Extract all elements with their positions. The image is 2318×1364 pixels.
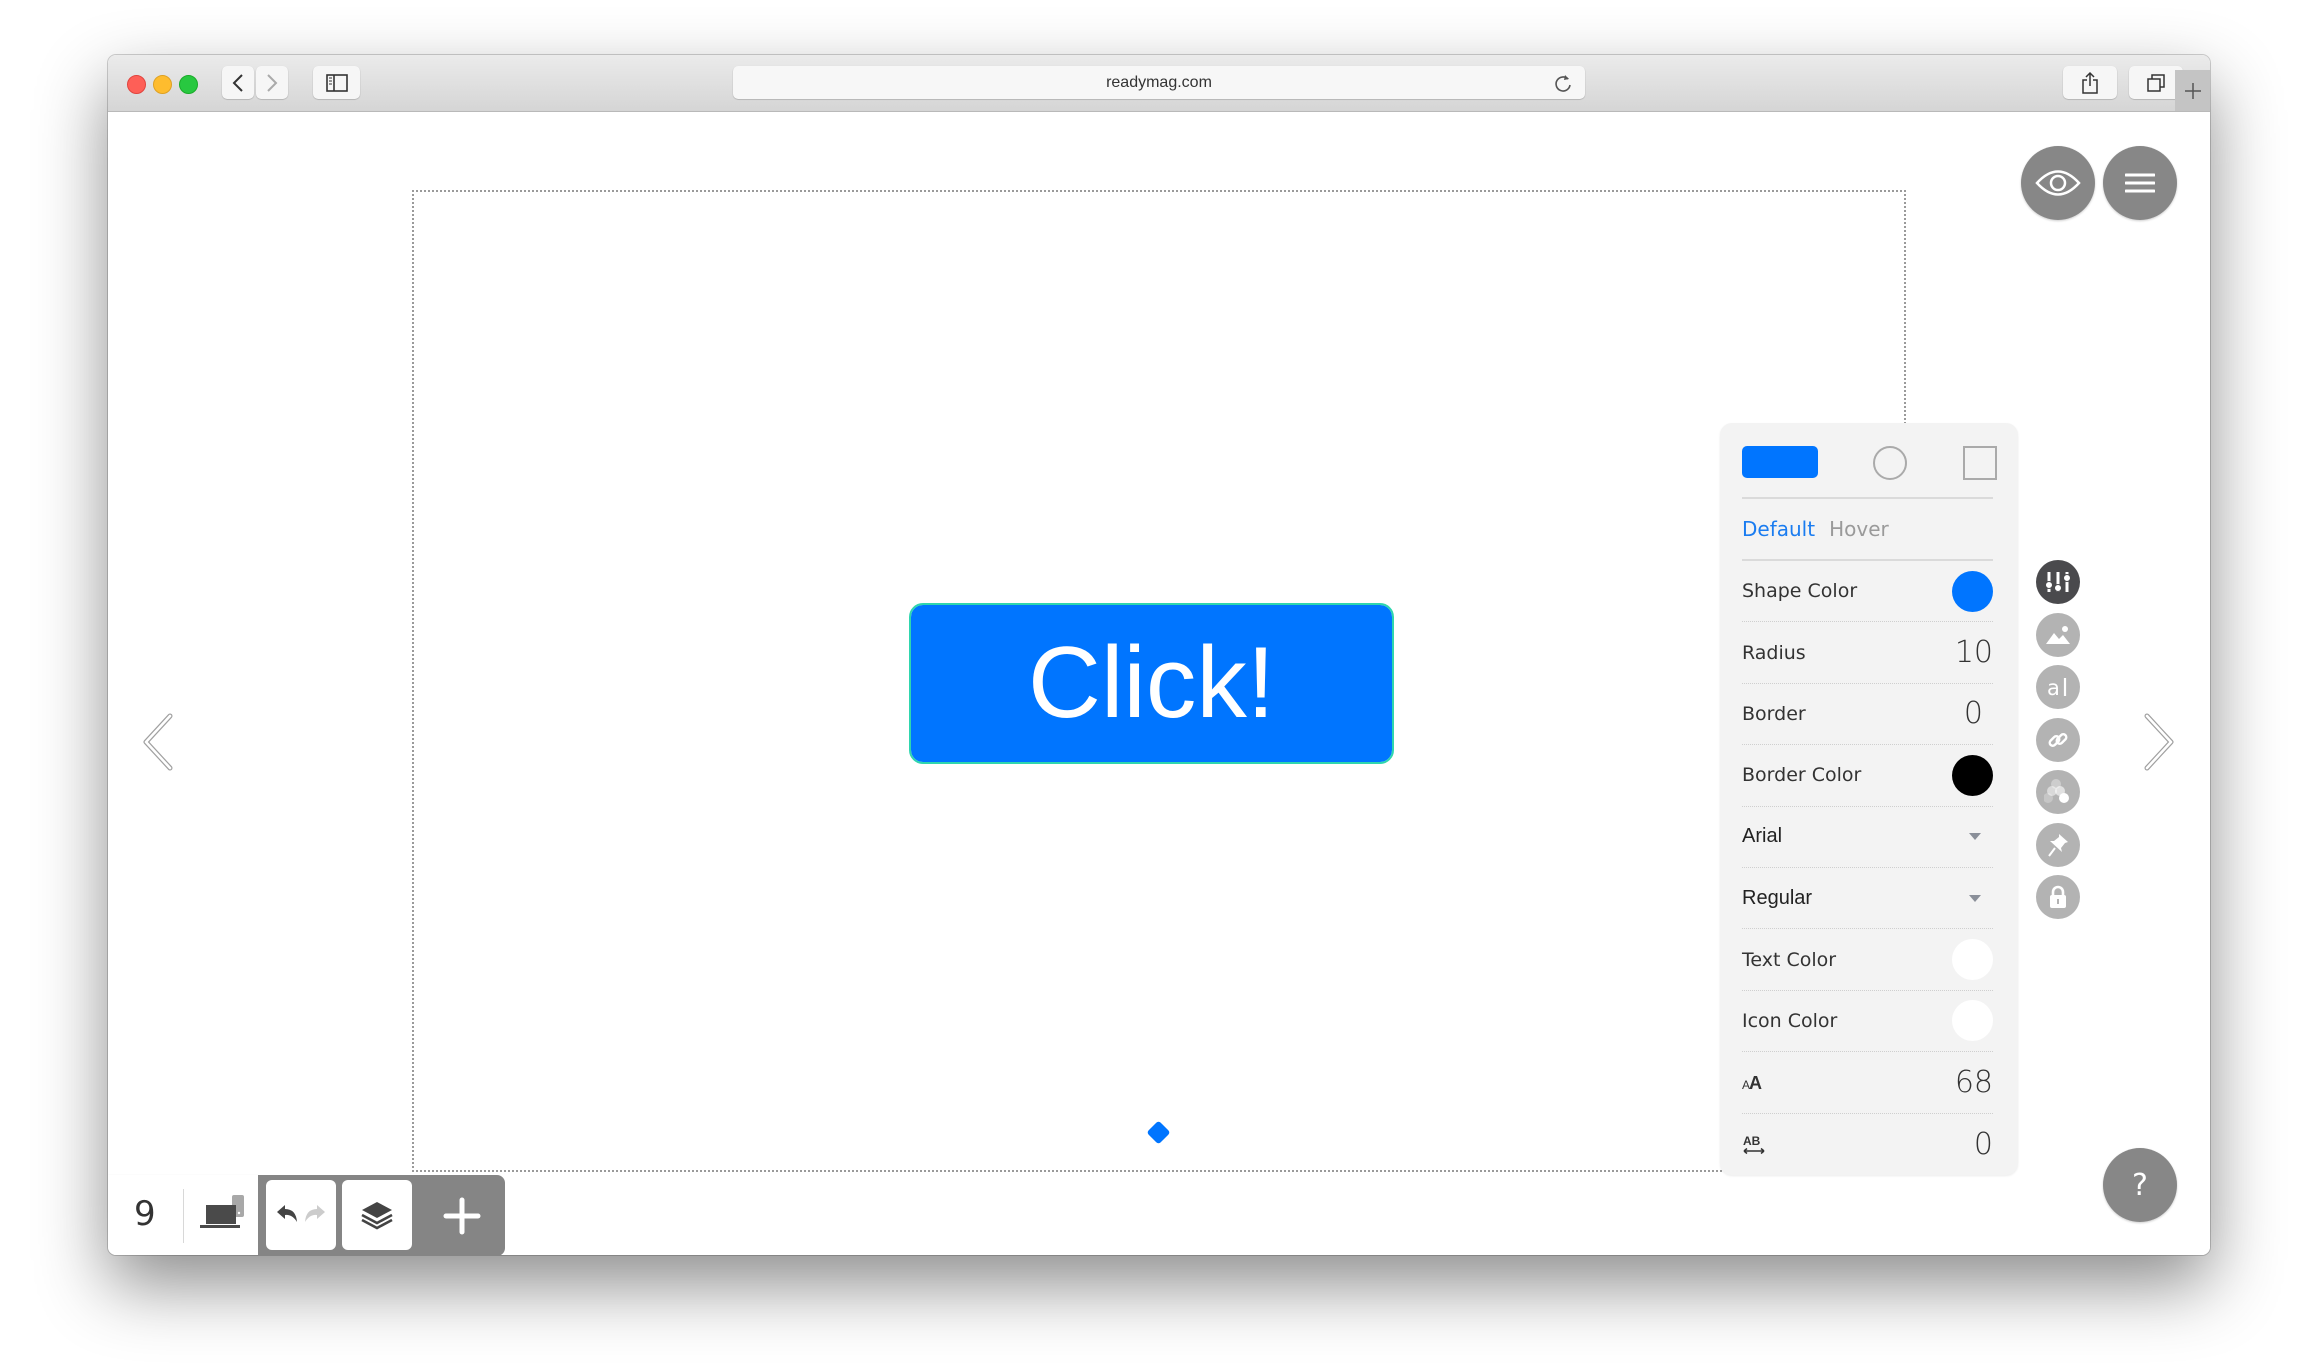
pin-icon: [2048, 833, 2068, 857]
font-size-input[interactable]: 68: [1955, 1065, 1993, 1100]
tab-default[interactable]: Default: [1742, 517, 1815, 541]
icon-color-row: Icon Color: [1742, 991, 1993, 1053]
browser-window: readymag.com Click! Default Hover Shape …: [108, 55, 2210, 1255]
svg-text:A: A: [1749, 1073, 1762, 1091]
text-icon: a: [2047, 676, 2067, 699]
image-tab-button[interactable]: [2036, 612, 2080, 657]
tab-hover[interactable]: Hover: [1829, 517, 1889, 541]
page-number[interactable]: 9: [134, 1194, 156, 1234]
button-properties-panel: Default Hover Shape Color Radius 10 Bord…: [1720, 423, 2018, 1175]
eye-icon: [2035, 170, 2081, 196]
layers-button[interactable]: [342, 1180, 412, 1250]
reload-icon[interactable]: [1553, 72, 1573, 94]
lock-tab-button[interactable]: [2036, 875, 2080, 919]
radius-label: Radius: [1742, 641, 1806, 664]
forward-icon: [267, 73, 278, 92]
letter-spacing-icon: AB: [1743, 1134, 1765, 1155]
sidebar-icon: [325, 73, 348, 92]
shape-color-row: Shape Color: [1742, 561, 1993, 623]
border-color-swatch[interactable]: [1952, 754, 1993, 796]
forward-button[interactable]: [256, 66, 288, 99]
shape-option-rounded-rectangle[interactable]: [1742, 446, 1818, 478]
preview-button[interactable]: [2021, 146, 2095, 220]
image-icon: [2046, 625, 2070, 644]
help-label: ?: [2132, 1167, 2148, 1203]
letter-spacing-input[interactable]: 0: [1974, 1127, 1993, 1162]
divider: [183, 1189, 184, 1243]
close-window-button[interactable]: [127, 75, 146, 94]
text-color-label: Text Color: [1742, 948, 1837, 971]
back-icon: [232, 73, 243, 92]
text-tab-button[interactable]: a: [2036, 665, 2080, 709]
svg-text:AB: AB: [1743, 1134, 1761, 1148]
hamburger-icon: [2125, 173, 2155, 193]
previous-page-arrow[interactable]: [140, 712, 176, 772]
icon-color-label: Icon Color: [1742, 1009, 1838, 1032]
shape-color-label: Shape Color: [1742, 580, 1858, 603]
shape-color-swatch[interactable]: [1952, 570, 1993, 612]
action-block: [258, 1175, 505, 1255]
share-button[interactable]: [2063, 66, 2117, 99]
link-icon: [2048, 732, 2068, 747]
text-color-row: Text Color: [1742, 929, 1993, 991]
address-bar[interactable]: readymag.com: [733, 66, 1585, 99]
share-icon: [2082, 71, 2098, 94]
letter-spacing-row: AB 0: [1742, 1114, 1993, 1175]
border-label: Border: [1742, 702, 1806, 725]
sliders-icon: [2045, 572, 2071, 592]
radius-input[interactable]: 10: [1955, 635, 1993, 670]
editor-canvas[interactable]: Click! Default Hover Shape Color Radius …: [108, 112, 2210, 1255]
pin-tab-button[interactable]: [2036, 822, 2080, 867]
border-color-label: Border Color: [1742, 764, 1862, 787]
font-weight-select[interactable]: Regular: [1742, 868, 1993, 930]
chevron-down-icon: [1969, 894, 1981, 902]
menu-button[interactable]: [2103, 146, 2177, 220]
text-color-swatch[interactable]: [1952, 939, 1993, 981]
svg-text:a: a: [2047, 676, 2060, 699]
font-size-row: AA 68: [1742, 1052, 1993, 1114]
lock-icon: [2050, 885, 2066, 908]
back-button[interactable]: [222, 66, 254, 99]
icon-color-swatch[interactable]: [1952, 1000, 1993, 1042]
help-button[interactable]: ?: [2103, 1148, 2177, 1222]
border-color-row: Border Color: [1742, 745, 1993, 807]
radius-row: Radius 10: [1742, 622, 1993, 684]
settings-tab-button[interactable]: [2036, 560, 2080, 604]
font-weight-value: Regular: [1742, 886, 1813, 909]
font-size-icon: AA: [1742, 1073, 1762, 1091]
link-tab-button[interactable]: [2036, 717, 2080, 762]
font-family-select[interactable]: Arial: [1742, 807, 1993, 868]
url-text: readymag.com: [1106, 74, 1212, 91]
effects-tab-button[interactable]: [2036, 770, 2080, 814]
add-widget-button[interactable]: [418, 1175, 505, 1255]
bottom-toolbar: 9: [108, 1175, 505, 1255]
new-tab-icon: [2184, 82, 2201, 99]
title-bar: readymag.com: [108, 55, 2210, 112]
tabs-icon: [2147, 73, 2165, 92]
border-row: Border 0: [1742, 684, 1993, 746]
page-info-block: 9: [108, 1175, 258, 1255]
plus-icon: [443, 1197, 480, 1234]
undo-icon[interactable]: [276, 1204, 300, 1226]
font-family-value: Arial: [1742, 825, 1783, 848]
devices-icon[interactable]: [198, 1195, 248, 1231]
sidebar-toggle-button[interactable]: [313, 66, 360, 99]
state-tabs: Default Hover: [1742, 499, 1993, 561]
canvas-button-widget[interactable]: Click!: [909, 603, 1394, 764]
widget-side-toolbar: a: [2036, 560, 2080, 928]
minimize-window-button[interactable]: [153, 75, 172, 94]
border-input[interactable]: 0: [1964, 696, 1983, 731]
shape-selector: [1742, 423, 1997, 499]
canvas-button-text: Click!: [1028, 627, 1275, 739]
opacity-icon: [2044, 779, 2069, 803]
new-tab-button[interactable]: [2175, 70, 2210, 111]
redo-icon[interactable]: [302, 1204, 326, 1226]
chevron-down-icon: [1969, 833, 1981, 841]
undo-redo-group: [266, 1180, 336, 1250]
layers-icon: [361, 1202, 393, 1230]
shape-option-circle[interactable]: [1873, 446, 1907, 480]
next-page-arrow[interactable]: [2141, 712, 2177, 772]
shape-option-square[interactable]: [1963, 446, 1997, 480]
zoom-window-button[interactable]: [179, 75, 198, 94]
